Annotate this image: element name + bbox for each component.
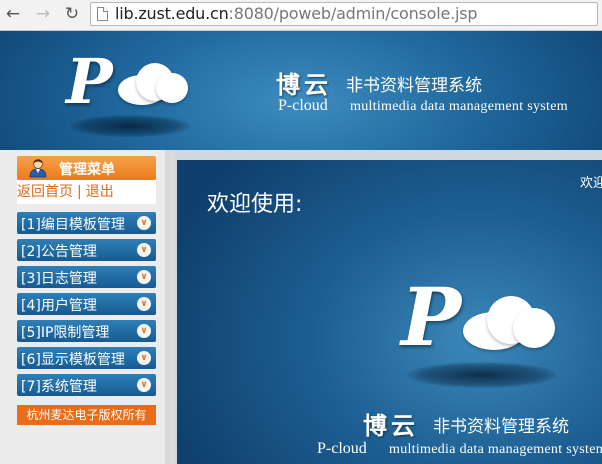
menu-item-label: [1]编目模板管理: [21, 217, 125, 233]
sidebar-divider: [165, 150, 175, 464]
brand-name-cn: 博云: [363, 411, 419, 440]
menu-item-logs[interactable]: [3]日志管理 ∨: [17, 266, 156, 288]
welcome-panel: 欢迎使用: 欢迎 P 博云 非书资料管理系统 P-cloud multimedi…: [177, 160, 602, 464]
brand-subtitle: 非书资料管理系统: [433, 417, 569, 437]
menu-item-label: [2]公告管理: [21, 244, 97, 260]
url-path: :8080/poweb/admin/console.jsp: [228, 4, 478, 23]
menu-item-label: [6]显示模板管理: [21, 352, 125, 368]
double-chevron-down-icon[interactable]: ∨: [137, 324, 151, 338]
url-host: lib.zust.edu.cn: [115, 4, 229, 23]
admin-user-icon: [29, 159, 47, 178]
menu-item-system[interactable]: [7]系统管理 ∨: [17, 374, 156, 396]
double-chevron-down-icon[interactable]: ∨: [137, 378, 151, 392]
menu-item-ip-restrictions[interactable]: [5]IP限制管理 ∨: [17, 320, 156, 342]
p-cloud-logo-large: P: [395, 270, 565, 390]
logo-letter: P: [66, 45, 113, 118]
copyright-notice: 杭州麦达电子版权所有: [17, 405, 156, 425]
brand-tagline: multimedia data management system: [389, 442, 602, 457]
browser-toolbar: ← → ↻ lib.zust.edu.cn:8080/poweb/admin/c…: [0, 0, 602, 31]
home-link[interactable]: 返回首页: [17, 184, 73, 200]
forward-arrow-icon[interactable]: →: [32, 3, 54, 25]
logo-shadow: [70, 115, 190, 137]
double-chevron-down-icon[interactable]: ∨: [137, 297, 151, 311]
menu-item-display-templates[interactable]: [6]显示模板管理 ∨: [17, 347, 156, 369]
header-banner: P 博云 非书资料管理系统 P-cloud multimedia data ma…: [0, 31, 602, 150]
logo-shadow: [407, 362, 557, 388]
double-chevron-down-icon[interactable]: ∨: [137, 270, 151, 284]
menu-item-label: [3]日志管理: [21, 271, 97, 287]
menu-header: 管理菜单: [17, 156, 156, 180]
cloud-icon-part: [156, 73, 188, 103]
cloud-icon-part: [513, 308, 555, 348]
menu-header-title: 管理菜单: [59, 162, 115, 178]
menu-item-label: [7]系统管理: [21, 379, 97, 395]
brand-name-en: P-cloud: [317, 440, 367, 457]
welcome-message: 欢迎: [579, 176, 602, 191]
main-content: 欢迎使用: 欢迎 P 博云 非书资料管理系统 P-cloud multimedi…: [175, 150, 602, 464]
page-icon: [97, 7, 108, 21]
brand-tagline: multimedia data management system: [350, 99, 568, 114]
menu-item-catalog-templates[interactable]: [1]编目模板管理 ∨: [17, 212, 156, 234]
welcome-heading: 欢迎使用:: [207, 192, 303, 217]
back-arrow-icon[interactable]: ←: [2, 3, 24, 25]
link-separator: |: [77, 184, 82, 200]
reload-icon[interactable]: ↻: [61, 3, 83, 25]
menu-item-label: [5]IP限制管理: [21, 325, 110, 341]
logo-letter: P: [401, 270, 462, 364]
home-links: 返回首页 | 退出: [17, 180, 156, 204]
menu-item-label: [4]用户管理: [21, 298, 97, 314]
menu-item-users[interactable]: [4]用户管理 ∨: [17, 293, 156, 315]
brand-subtitle: 非书资料管理系统: [346, 76, 482, 96]
logout-link[interactable]: 退出: [86, 184, 114, 200]
url-text[interactable]: lib.zust.edu.cn:8080/poweb/admin/console…: [115, 4, 478, 23]
brand-name-en: P-cloud: [278, 97, 328, 114]
sidebar: 管理菜单 返回首页 | 退出 [1]编目模板管理 ∨ [2]公告管理 ∨ [3]日志…: [0, 150, 165, 464]
address-bar[interactable]: lib.zust.edu.cn:8080/poweb/admin/console…: [90, 2, 598, 26]
p-cloud-logo: P: [60, 43, 200, 143]
double-chevron-down-icon[interactable]: ∨: [137, 351, 151, 365]
brand-name-cn: 博云: [276, 70, 332, 99]
double-chevron-down-icon[interactable]: ∨: [137, 243, 151, 257]
double-chevron-down-icon[interactable]: ∨: [137, 216, 151, 230]
menu-item-announcements[interactable]: [2]公告管理 ∨: [17, 239, 156, 261]
